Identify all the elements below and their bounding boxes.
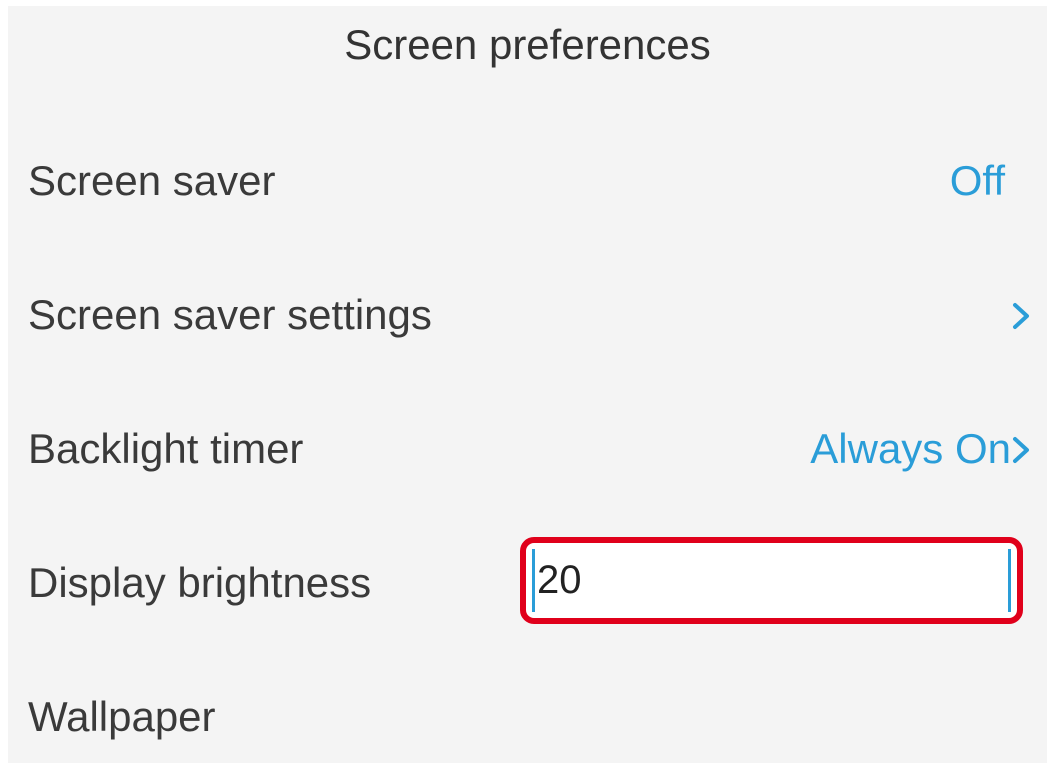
setting-row-backlight-timer[interactable]: Backlight timer Always On (8, 414, 1047, 484)
screen-preferences-panel: Screen preferences Screen saver Off Scre… (8, 6, 1047, 763)
setting-label-screen-saver: Screen saver (28, 157, 276, 204)
chevron-right-icon[interactable] (1009, 302, 1033, 330)
setting-value-screen-saver[interactable]: Off (950, 156, 1005, 206)
page-title: Screen preferences (344, 21, 711, 68)
setting-value-backlight-timer[interactable]: Always On (810, 424, 1011, 474)
display-brightness-input[interactable] (532, 549, 1011, 612)
setting-label-backlight-timer: Backlight timer (28, 425, 304, 472)
setting-label-screen-saver-settings: Screen saver settings (28, 291, 432, 338)
setting-row-wallpaper[interactable]: Wallpaper (8, 682, 1047, 752)
display-brightness-highlight (520, 537, 1023, 624)
setting-label-display-brightness: Display brightness (28, 559, 372, 606)
setting-row-screen-saver-settings[interactable]: Screen saver settings (8, 280, 1047, 350)
chevron-right-icon[interactable] (1009, 436, 1033, 464)
setting-label-wallpaper: Wallpaper (28, 693, 216, 740)
setting-row-screen-saver[interactable]: Screen saver Off (8, 146, 1047, 216)
